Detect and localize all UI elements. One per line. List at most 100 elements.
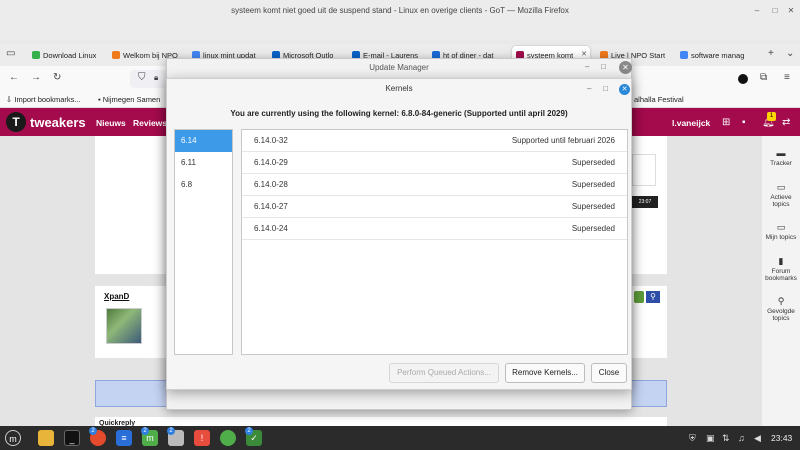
user-settings-icon[interactable]: ⇄ [782, 117, 790, 128]
bookmark-nijmegen[interactable]: ▪ Nijmegen Samen [98, 95, 160, 104]
chat-icon[interactable]: ▪ [742, 117, 746, 128]
sidebar-item-gevolgde-topics[interactable]: ⚲ Gevolgde topics [762, 297, 800, 323]
tweakers-brand[interactable]: tweakers [30, 115, 86, 130]
nav-reviews[interactable]: Reviews [133, 118, 167, 128]
maximize-icon[interactable]: □ [770, 6, 780, 16]
kernel-name: 6.14.0-24 [254, 224, 288, 233]
tab-download-linux[interactable]: Download Linux [28, 46, 104, 64]
avatar[interactable] [106, 308, 142, 344]
media-thumbnail[interactable] [632, 154, 656, 186]
tab-label: Download Linux [43, 50, 97, 60]
chat-icon: ▭ [776, 182, 786, 192]
kernel-row[interactable]: 6.14.0-32 Supported until februari 2026 [242, 130, 627, 152]
bookmark-valhalla[interactable]: alhalla Festival [634, 95, 684, 104]
tab-label: software manag [691, 50, 745, 60]
new-tab-icon[interactable]: + [768, 49, 774, 59]
tweakers-sidebar: ▬ Tracker ▭ Actieve topics ▭ Mijn topics ▮ F… [762, 136, 800, 426]
account-icon[interactable] [738, 74, 748, 84]
bookmark-label: alhalla Festival [634, 95, 684, 104]
window-title: systeem komt niet goed uit de suspend st… [231, 6, 569, 15]
user-name[interactable]: l.vaneijck [672, 118, 710, 128]
version-item-6-14[interactable]: 6.14 [175, 130, 232, 152]
maximize-icon[interactable]: □ [601, 62, 606, 71]
perform-queued-actions-button[interactable]: Perform Queued Actions... [389, 363, 499, 383]
version-item-6-8[interactable]: 6.8 [175, 174, 232, 196]
close-button[interactable]: Close [591, 363, 627, 383]
sidebar-item-label: Tracker [770, 159, 792, 167]
tracker-icon: ▬ [776, 148, 786, 158]
tweakers-logo[interactable]: T [6, 112, 26, 132]
kernel-status: Superseded [571, 224, 615, 233]
badge: 2 [89, 427, 97, 435]
clock[interactable]: 23:43 [771, 433, 792, 443]
notification-badge: 1 [767, 112, 776, 121]
kernel-status: Superseded [571, 202, 615, 211]
kernel-name: 6.14.0-28 [254, 180, 288, 189]
close-icon[interactable]: ✕ [619, 84, 630, 95]
forward-icon[interactable]: → [31, 73, 41, 83]
reload-icon[interactable]: ↻ [53, 73, 61, 83]
terminal-icon[interactable]: _ [64, 430, 80, 446]
tab-overview-icon[interactable]: ▭ [6, 49, 15, 59]
minimize-icon[interactable]: – [752, 6, 762, 16]
pin-icon[interactable]: ⚲ [646, 291, 660, 303]
writer-icon[interactable]: ≡ [116, 430, 132, 446]
chat-icon: ▭ [776, 222, 786, 232]
maximize-icon[interactable]: □ [603, 84, 608, 93]
kernel-row[interactable]: 6.14.0-29 Superseded [242, 152, 627, 174]
close-icon[interactable]: ✕ [619, 61, 632, 74]
back-icon[interactable]: ← [9, 73, 19, 83]
updates-tray-icon[interactable]: ▣ [706, 433, 715, 444]
kernel-row[interactable]: 6.14.0-28 Superseded [242, 174, 627, 196]
kernel-name: 6.14.0-29 [254, 158, 288, 167]
tab-close-icon[interactable]: ✕ [581, 50, 587, 58]
post-author[interactable]: XpanD [104, 292, 129, 301]
video-time: 23:07 [632, 196, 658, 208]
taskbar: m _ 2 ≡ m 2 2 ! ✓ 2 ⛨ ▣ ⇅ ♫ ◀ 23:43 [0, 426, 800, 450]
sidebar-item-forum-bookmarks[interactable]: ▮ Forum bookmarks [762, 256, 800, 283]
network-tray-icon[interactable]: ⇅ [722, 433, 730, 444]
quote-icon[interactable] [634, 291, 644, 303]
bookmark-import[interactable]: ⇩ Import bookmarks... [6, 95, 81, 104]
kernel-name: 6.14.0-32 [254, 136, 288, 145]
sidebar-item-label: Forum bookmarks [765, 267, 797, 283]
mint-menu-icon[interactable]: m [5, 430, 21, 446]
remove-kernels-button[interactable]: Remove Kernels... [505, 363, 585, 383]
sidebar-item-label: Gevolgde topics [767, 307, 795, 323]
bookmark-label: Import bookmarks... [14, 95, 81, 104]
current-kernel-text: You are currently using the following ke… [230, 109, 568, 118]
kernel-row[interactable]: 6.14.0-27 Superseded [242, 196, 627, 218]
grid-icon[interactable]: ⊞ [722, 117, 730, 128]
extensions-icon[interactable]: ⧉ [760, 73, 767, 83]
files-icon[interactable] [38, 430, 54, 446]
shield-tray-icon[interactable]: ⛨ [689, 433, 696, 444]
sidebar-item-mijn-topics[interactable]: ▭ Mijn topics [762, 222, 800, 241]
minimize-icon[interactable]: – [587, 84, 591, 93]
volume-tray-icon[interactable]: ◀ [754, 433, 761, 444]
badge: 2 [245, 427, 253, 435]
badge: 2 [167, 427, 175, 435]
tab-software-manager[interactable]: software manag [676, 46, 762, 64]
sidebar-item-label: Mijn topics [765, 233, 797, 241]
menu-icon[interactable]: ≡ [784, 73, 790, 83]
kernel-row[interactable]: 6.14.0-24 Superseded [242, 218, 627, 240]
sidebar-item-actieve-topics[interactable]: ▭ Actieve topics [762, 182, 800, 209]
sidebar-item-tracker[interactable]: ▬ Tracker [762, 148, 800, 167]
tab-list-icon[interactable]: ⌄ [786, 49, 794, 59]
kernel-list: 6.14.0-32 Supported until februari 2026 … [241, 129, 628, 355]
lock-icon[interactable]: 🔒︎ [154, 73, 158, 83]
version-item-6-11[interactable]: 6.11 [175, 152, 232, 174]
minimize-icon[interactable]: – [585, 62, 589, 71]
kernels-dialog: Kernels – □ ✕ You are currently using th… [166, 78, 632, 390]
music-tray-icon[interactable]: ♫ [738, 433, 745, 443]
update-manager-title: Update Manager [369, 63, 429, 72]
kernel-status: Superseded [571, 180, 615, 189]
kernels-title: Kernels [385, 84, 413, 93]
kernel-name: 6.14.0-27 [254, 202, 288, 211]
alert-icon[interactable]: ! [194, 430, 210, 446]
bookmark-icon: ▮ [778, 256, 784, 266]
close-icon[interactable]: ✕ [786, 6, 796, 16]
browser-icon[interactable] [220, 430, 236, 446]
nav-nieuws[interactable]: Nieuws [96, 118, 126, 128]
shield-icon[interactable]: ⛉ [138, 73, 146, 83]
